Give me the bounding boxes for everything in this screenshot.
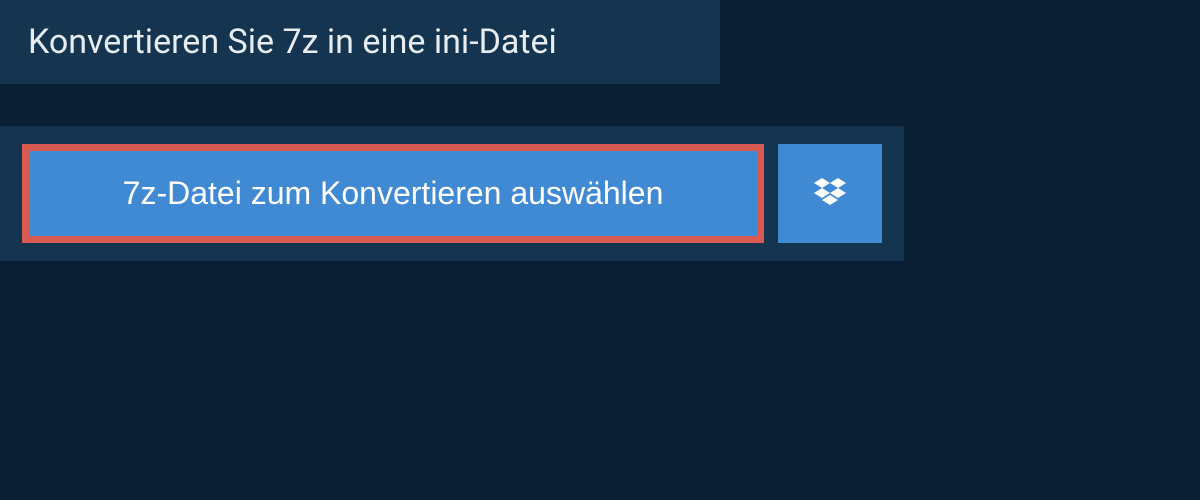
- select-file-button[interactable]: 7z-Datei zum Konvertieren auswählen: [29, 151, 757, 236]
- select-button-highlight: 7z-Datei zum Konvertieren auswählen: [22, 144, 764, 243]
- dropbox-button[interactable]: [778, 144, 882, 243]
- upload-section: 7z-Datei zum Konvertieren auswählen: [0, 126, 904, 261]
- dropbox-icon: [810, 174, 850, 214]
- page-title: Konvertieren Sie 7z in eine ini-Datei: [28, 22, 692, 62]
- title-bar: Konvertieren Sie 7z in eine ini-Datei: [0, 0, 720, 84]
